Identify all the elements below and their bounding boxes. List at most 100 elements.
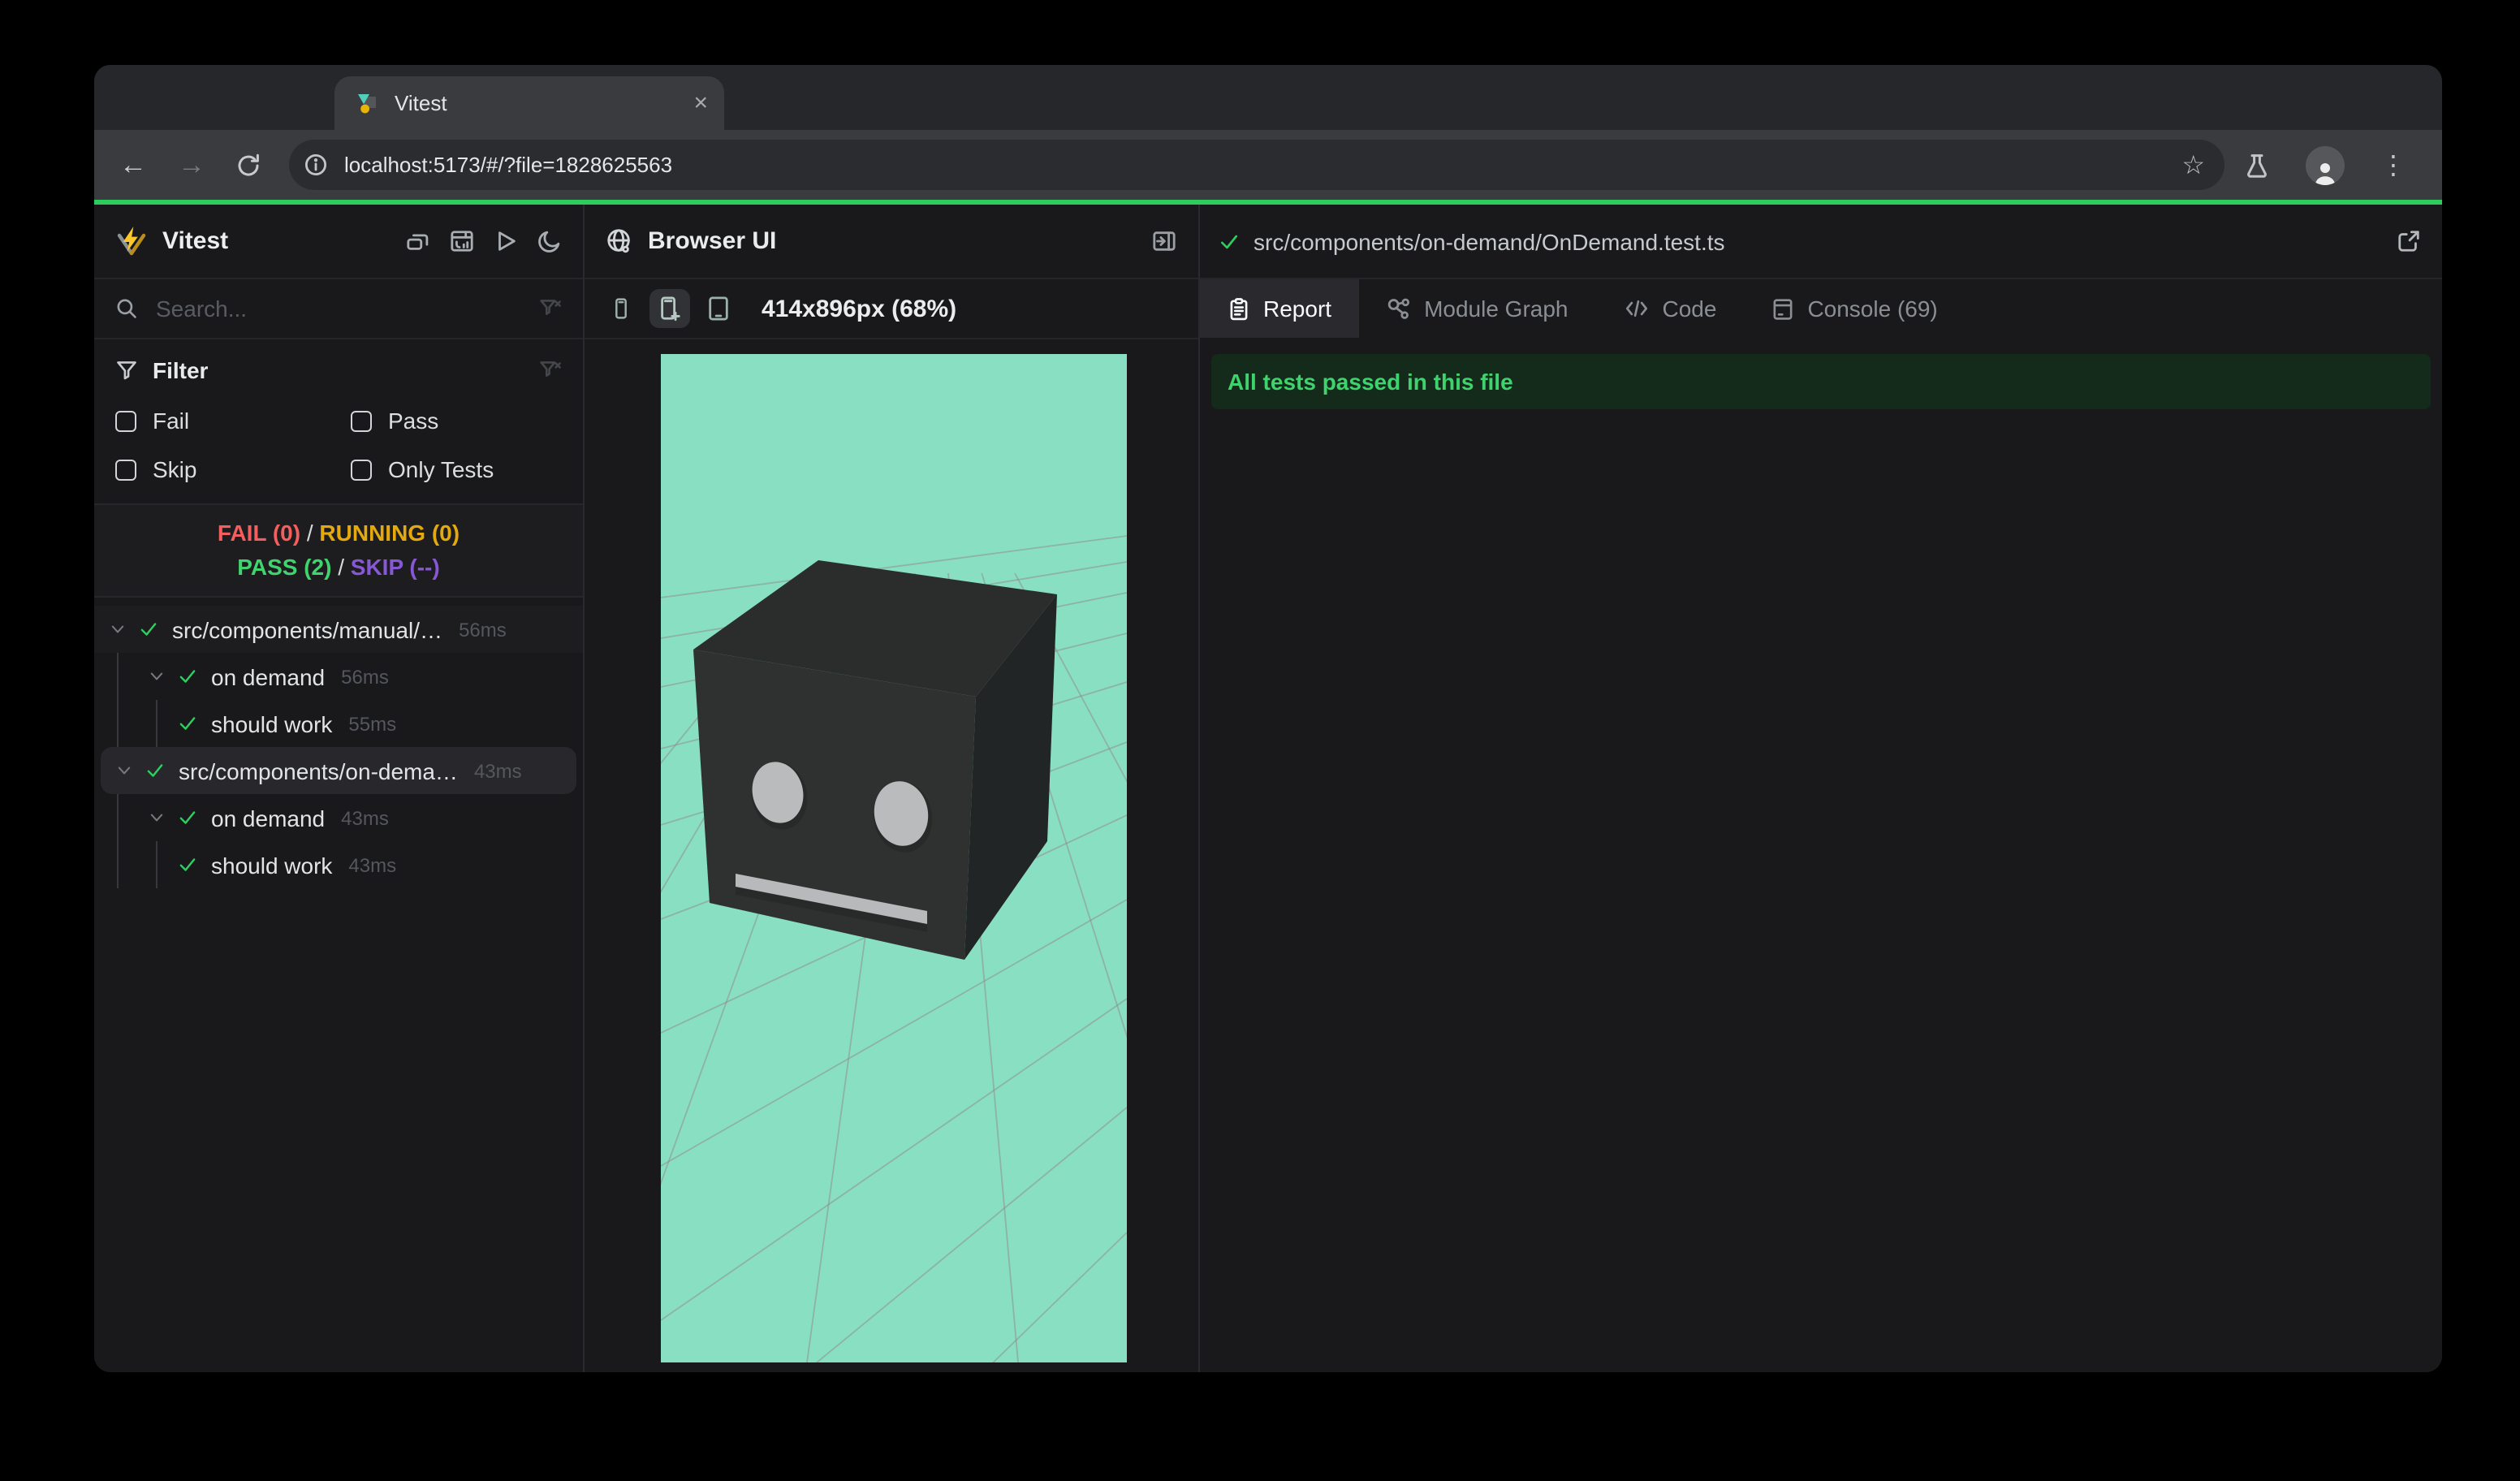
tab-close-icon[interactable]: × [693, 91, 708, 115]
tab-code[interactable]: Code [1596, 279, 1745, 338]
search-icon [117, 299, 136, 318]
filter-option-pass[interactable]: Pass [351, 408, 562, 434]
tab-title: Vitest [395, 91, 447, 115]
check-icon [179, 670, 196, 683]
reload-button[interactable] [221, 152, 276, 178]
tree-row-suite[interactable]: on demand 56ms [94, 653, 583, 700]
flask-icon [2247, 153, 2267, 177]
chevron-down-icon[interactable] [109, 620, 127, 638]
check-icon [140, 623, 157, 636]
desktop: Vitest × + ← → localhost:5173/#/?file=18… [0, 0, 2520, 1481]
dark-mode-moon-icon[interactable] [537, 229, 562, 253]
report-panel: src/components/on-demand/OnDemand.test.t… [1200, 205, 2442, 1372]
filter-option-skip[interactable]: Skip [115, 456, 351, 482]
device-size-toolbar: 414x896px (68%) [585, 279, 1198, 339]
profile-button[interactable] [2306, 145, 2345, 184]
checkbox-skip[interactable] [115, 459, 136, 480]
device-phone-small-button[interactable] [611, 296, 632, 322]
chevron-down-icon[interactable] [148, 809, 166, 827]
open-panel-button[interactable] [1151, 229, 1177, 253]
chevron-down-icon[interactable] [148, 667, 166, 685]
test-file-path: src/components/on-demand/OnDemand.test.t… [1254, 228, 1725, 254]
browser-preview-panel: Browser UI 414x896px (68%) [585, 205, 1198, 1372]
app-title: Vitest [162, 227, 229, 255]
external-link-icon [2398, 231, 2419, 252]
sidebar: Vitest Search... Filter Fail Pass Skip O… [94, 205, 583, 1372]
url-text[interactable]: localhost:5173/#/?file=1828625563 [344, 153, 2181, 177]
check-icon [179, 811, 196, 824]
open-in-editor-button[interactable] [2397, 229, 2421, 253]
sidebar-header: Vitest [94, 205, 583, 279]
browser-menu-button[interactable]: ⋮ [2380, 149, 2406, 181]
site-info-icon [304, 153, 327, 176]
clipboard-icon [1230, 297, 1248, 320]
check-icon [147, 764, 163, 777]
report-body: All tests passed in this file [1200, 338, 2442, 1372]
filter-option-only-tests[interactable]: Only Tests [351, 456, 562, 482]
filter-title: Filter [153, 357, 209, 383]
checkbox-fail[interactable] [115, 410, 136, 431]
chevron-down-icon[interactable] [115, 762, 133, 779]
fail-count: FAIL (0) [217, 520, 301, 546]
vitest-ui: Vitest Search... Filter Fail Pass Skip O… [94, 205, 2442, 1372]
device-tablet-button[interactable] [706, 296, 731, 322]
tablet-icon [709, 296, 728, 321]
address-bar[interactable]: localhost:5173/#/?file=1828625563 ☆ [289, 140, 2224, 190]
tree-row-test[interactable]: should work 55ms [94, 700, 583, 747]
preview-title: Browser UI [648, 227, 777, 255]
phone-plus-icon [661, 296, 680, 321]
forward-button[interactable]: → [162, 149, 221, 181]
test-file-tree: src/components/manual/… 56ms on demand 5… [94, 598, 583, 888]
code-icon [1625, 300, 1647, 317]
reload-icon [238, 153, 259, 175]
robot-cube-scene [661, 535, 1127, 1362]
clear-filter-icon[interactable] [539, 297, 562, 320]
search-row [94, 279, 583, 339]
viewport-size-label: 414x896px (68%) [762, 295, 957, 322]
person-icon [2315, 162, 2335, 184]
skip-count: SKIP (--) [350, 554, 440, 580]
module-graph-icon [1387, 297, 1410, 318]
tab-console[interactable]: Console (69) [1744, 279, 1965, 338]
checkbox-pass[interactable] [351, 410, 372, 431]
tree-row-test[interactable]: should work 43ms [94, 841, 583, 888]
clear-filter-icon[interactable] [539, 359, 562, 382]
preview-header: Browser UI [585, 205, 1198, 279]
experiments-button[interactable] [2244, 152, 2270, 178]
report-header: src/components/on-demand/OnDemand.test.t… [1200, 205, 2442, 279]
tab-report[interactable]: Report [1200, 279, 1360, 338]
app-viewport[interactable] [661, 354, 1127, 1362]
browser-toolbar: ← → localhost:5173/#/?file=1828625563 ☆ [94, 130, 2442, 200]
tab-module-graph[interactable]: Module Graph [1359, 279, 1595, 338]
tree-row-file-selected[interactable]: src/components/on-dema… 43ms [101, 747, 576, 794]
test-status-summary: FAIL (0) / RUNNING (0) PASS (2) / SKIP (… [94, 503, 583, 598]
vitest-logo-icon [117, 226, 146, 255]
panel-right-icon [1153, 231, 1176, 251]
browser-tab[interactable]: Vitest × [334, 76, 724, 130]
check-icon [179, 717, 196, 730]
filter-section: Filter Fail Pass Skip Only Tests [94, 339, 583, 503]
tree-row-file[interactable]: src/components/manual/… 56ms [94, 606, 583, 653]
toolbar-actions: ⋮ [2244, 145, 2406, 184]
bookmark-star-icon[interactable]: ☆ [2181, 149, 2205, 181]
filter-option-fail[interactable]: Fail [115, 408, 351, 434]
filter-funnel-icon [117, 361, 136, 380]
check-icon [1220, 234, 1238, 248]
run-all-icon[interactable] [494, 229, 518, 253]
tests-passed-banner: All tests passed in this file [1211, 354, 2431, 409]
vitest-favicon-icon [358, 93, 376, 113]
globe-icon [607, 229, 630, 253]
pass-count: PASS (2) [237, 554, 332, 580]
search-input[interactable] [153, 294, 539, 323]
phone-small-icon [615, 298, 627, 319]
report-view-icon[interactable] [450, 229, 474, 253]
device-phone-button[interactable] [649, 289, 690, 328]
tree-row-suite[interactable]: on demand 43ms [94, 794, 583, 841]
console-icon [1773, 298, 1793, 319]
check-icon [179, 858, 196, 871]
tab-strip: Vitest × + [94, 65, 2442, 183]
checkbox-only-tests[interactable] [351, 459, 372, 480]
dashboard-windows-icon[interactable] [406, 229, 430, 253]
browser-window: Vitest × + ← → localhost:5173/#/?file=18… [94, 65, 2442, 1372]
back-button[interactable]: ← [104, 149, 162, 181]
